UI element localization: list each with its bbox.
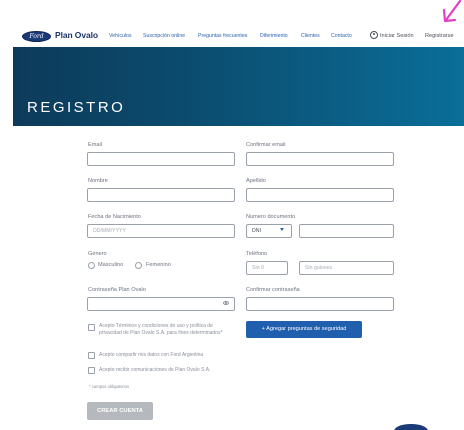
masculino-label: Masculino [98,262,124,268]
fecha-label: Fecha de Nacimiento [88,214,141,220]
share-ford-label: Acepto compartir mis datos con Ford Arge… [99,352,204,358]
apellido-label: Apellido [246,178,266,184]
confirm-password-field[interactable] [246,297,394,311]
document-type-select[interactable]: DNI [246,224,292,238]
checkbox-share-ford[interactable] [88,352,95,359]
password-label: Contraseña Plan Ovalo [88,287,146,293]
terms-label: Acepto Términos y condiciones de uso y p… [99,323,223,336]
nav-contacto[interactable]: Contacto [331,33,352,39]
nav-diferimiento[interactable]: Diferimiento [260,33,288,39]
annotation-arrow-icon [442,0,462,23]
birthdate-field[interactable]: DD/MM/YYYY [87,224,235,238]
page-title: REGISTRO [27,99,126,116]
nav-suscripcion[interactable]: Suscripción online [143,33,185,39]
nav-clientes[interactable]: Clientes [301,33,320,39]
checkbox-communications[interactable] [88,367,95,374]
brand-name[interactable]: Plan Ovalo [55,30,98,40]
hero-banner: REGISTRO [13,47,464,126]
confirm-password-label: Confirmar contraseña [246,287,300,293]
confirm-email-field[interactable] [246,152,394,166]
top-navbar: Ford Plan Ovalo Vehículos Suscripción on… [0,0,464,47]
email-field[interactable] [87,152,235,166]
apellido-field[interactable] [246,188,394,202]
telefono-label: Teléfono [246,251,268,257]
chat-bubble-icon[interactable] [394,424,428,430]
login-link[interactable]: Iniciar Sesión [380,33,414,39]
required-note: * campos obligatorios [89,384,130,389]
nav-preguntas[interactable]: Preguntas frecuentes [198,33,247,39]
femenino-label: Femenino [146,262,171,268]
radio-masculino[interactable] [88,262,95,269]
password-field[interactable] [87,297,235,311]
document-number-field[interactable] [299,224,394,238]
area-code-field[interactable]: Sin 0 [246,261,288,275]
register-link[interactable]: Registrarse [425,33,454,39]
checkbox-terms[interactable] [88,324,95,331]
nav-vehiculos[interactable]: Vehículos [109,33,132,39]
nombre-label: Nombre [88,178,108,184]
eye-icon[interactable] [223,301,229,305]
add-security-questions-button[interactable]: + Agregar preguntas de seguridad [246,321,362,338]
nombre-field[interactable] [87,188,235,202]
email-label: Email [88,142,102,148]
radio-femenino[interactable] [135,262,142,269]
documento-label: Numero documento [246,214,296,220]
confirm-email-label: Confirmar email [246,142,286,148]
genero-label: Género [88,251,107,257]
create-account-button[interactable]: CREAR CUENTA [87,402,153,420]
user-icon[interactable] [370,31,378,39]
chevron-down-icon[interactable] [280,228,284,231]
communications-label: Acepto recibir comunicaciones de Plan Ov… [99,367,211,373]
phone-number-field[interactable]: Sin guiones [299,261,394,275]
ford-logo[interactable]: Ford [22,31,51,42]
